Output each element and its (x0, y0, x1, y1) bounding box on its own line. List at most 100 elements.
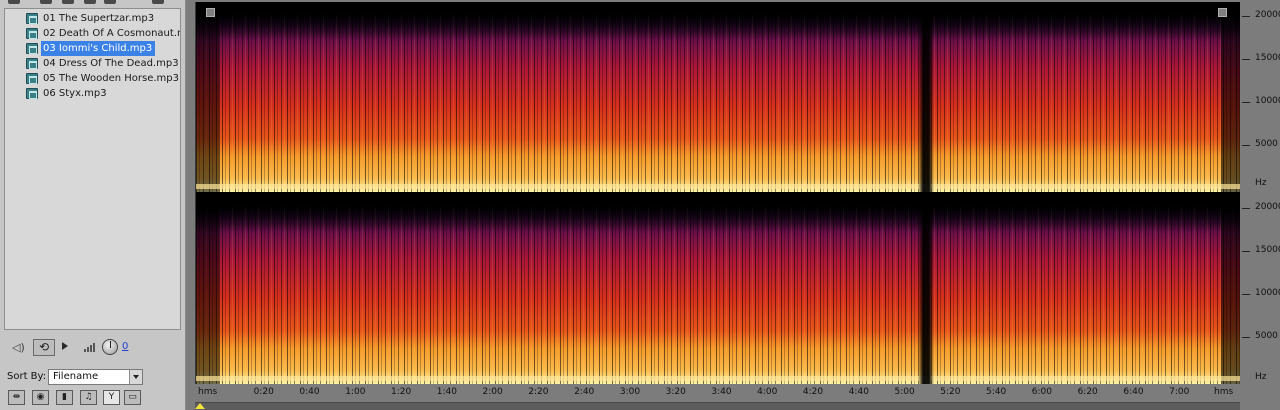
knob-icon[interactable] (102, 339, 118, 355)
audio-file-icon (26, 13, 38, 24)
transport-controls: ◁) ⟲ 0 (4, 336, 181, 358)
time-label: 6:00 (1031, 387, 1053, 397)
audio-file-icon (26, 28, 38, 39)
frequency-label: 5000 (1255, 139, 1278, 149)
time-label: 1:00 (345, 387, 366, 397)
bottom-toolbar: ⇼ ◉ ▮ ♫ Y ▭ (8, 390, 184, 406)
silence-gap (918, 2, 934, 192)
time-label: 6:40 (1123, 387, 1144, 397)
time-label: 5:40 (986, 387, 1007, 397)
frequency-tick (1242, 294, 1250, 295)
file-list-item[interactable]: 02 Death Of A Cosmonaut.mp3 (5, 26, 180, 41)
tool-button[interactable]: ▭ (124, 390, 141, 405)
tool-button[interactable]: ⇼ (8, 390, 25, 405)
file-list-item[interactable]: 03 Iommi's Child.mp3 (5, 41, 180, 56)
sort-select[interactable]: Filename (48, 369, 143, 385)
frequency-tick (1242, 16, 1250, 17)
chevron-down-icon[interactable] (129, 370, 142, 384)
volume-icon[interactable] (84, 342, 98, 352)
frequency-label: 10000 (1255, 288, 1280, 298)
audio-file-icon (26, 58, 38, 69)
time-label: 6:20 (1077, 387, 1098, 397)
time-label: 3:00 (619, 387, 641, 397)
tool-button[interactable]: ◉ (32, 390, 49, 405)
time-label: 7:00 (1169, 387, 1190, 397)
file-panel: 01 The Supertzar.mp3 02 Death Of A Cosmon… (0, 0, 186, 410)
corner-marker (1218, 8, 1227, 17)
frequency-unit: Hz (1255, 178, 1267, 188)
frequency-tick (1242, 337, 1250, 338)
frequency-tick (1242, 102, 1250, 103)
time-label: 2:00 (482, 387, 503, 397)
frequency-label: 20000 (1255, 10, 1280, 20)
time-label: 4:40 (848, 387, 869, 397)
speaker-icon[interactable]: ◁) (12, 341, 25, 354)
sort-label: Sort By: (7, 371, 47, 382)
playhead-marker[interactable] (195, 403, 205, 409)
file-name: 01 The Supertzar.mp3 (43, 13, 155, 24)
time-label: 4:00 (757, 387, 778, 397)
toolbar-button[interactable] (8, 0, 20, 4)
toolbar-button[interactable] (104, 0, 116, 4)
toolbar-button[interactable] (62, 0, 74, 4)
tool-button[interactable]: Y (103, 390, 120, 405)
corner-marker (206, 8, 215, 17)
spectrogram-channel-right[interactable] (196, 194, 1241, 384)
frequency-axis-right: 20000 15000 10000 5000 Hz (1240, 194, 1280, 384)
spectrogram-view[interactable] (195, 2, 1241, 384)
audio-file-icon (26, 73, 38, 84)
file-name: 03 Iommi's Child.mp3 (41, 41, 156, 56)
toolbar-button[interactable] (84, 0, 96, 4)
time-label: 2:40 (574, 387, 595, 397)
frequency-label: 15000 (1255, 53, 1280, 63)
audio-file-icon (26, 88, 38, 99)
time-label: 0:20 (253, 387, 274, 397)
timeline-scrollbar[interactable] (195, 402, 1240, 410)
toolbar-button[interactable] (40, 0, 52, 4)
time-label: 3:40 (711, 387, 732, 397)
file-list-item[interactable]: 04 Dress Of The Dead.mp3 (5, 56, 180, 71)
file-name: 05 The Wooden Horse.mp3 (43, 73, 179, 84)
frequency-label: 10000 (1255, 96, 1280, 106)
time-label: 2:20 (528, 387, 549, 397)
time-unit-end: hms (1214, 387, 1234, 397)
time-label: 0:40 (299, 387, 320, 397)
time-label: 5:20 (940, 387, 961, 397)
frequency-tick (1242, 145, 1250, 146)
frequency-axis-left: 20000 15000 10000 5000 Hz (1240, 2, 1280, 192)
loop-icon[interactable]: ⟲ (33, 339, 55, 356)
frequency-unit: Hz (1255, 372, 1267, 382)
sort-value: Filename (53, 371, 99, 382)
time-label: 1:40 (436, 387, 457, 397)
time-axis: hms 0:20 0:40 1:00 1:20 1:40 2:00 2:20 2:40 3:00 3… (195, 384, 1240, 402)
time-label: 1:20 (390, 387, 412, 397)
time-unit-start: hms (198, 387, 218, 397)
file-list-item[interactable]: 01 The Supertzar.mp3 (5, 11, 180, 26)
spectrogram-canvas (196, 194, 1241, 384)
frequency-label: 15000 (1255, 245, 1280, 255)
frequency-label: 20000 (1255, 202, 1280, 212)
frequency-tick (1242, 251, 1250, 252)
file-name: 04 Dress Of The Dead.mp3 (43, 58, 179, 69)
audio-file-icon (26, 43, 38, 54)
time-label: 4:20 (802, 387, 824, 397)
sort-row: Sort By: Filename (4, 368, 181, 386)
frequency-label: 5000 (1255, 331, 1278, 341)
top-toolbar (0, 0, 186, 6)
silence-gap (918, 194, 934, 384)
play-icon[interactable] (62, 342, 68, 350)
spectrogram-area: 20000 15000 10000 5000 Hz 20000 15000 10000 500… (186, 0, 1280, 410)
spectrogram-channel-left[interactable] (196, 2, 1241, 192)
file-list[interactable]: 01 The Supertzar.mp3 02 Death Of A Cosmon… (4, 8, 181, 330)
toolbar-button[interactable] (152, 0, 164, 4)
spectrogram-canvas (196, 2, 1241, 192)
file-name: 06 Styx.mp3 (43, 88, 107, 99)
app-window: 01 The Supertzar.mp3 02 Death Of A Cosmon… (0, 0, 1280, 410)
transport-value[interactable]: 0 (122, 341, 128, 352)
tool-button[interactable]: ▮ (56, 390, 73, 405)
frequency-tick (1242, 208, 1250, 209)
file-list-item[interactable]: 05 The Wooden Horse.mp3 (5, 71, 180, 86)
file-list-item[interactable]: 06 Styx.mp3 (5, 86, 180, 101)
time-label: 5:00 (894, 387, 915, 397)
tool-button[interactable]: ♫ (80, 390, 97, 405)
